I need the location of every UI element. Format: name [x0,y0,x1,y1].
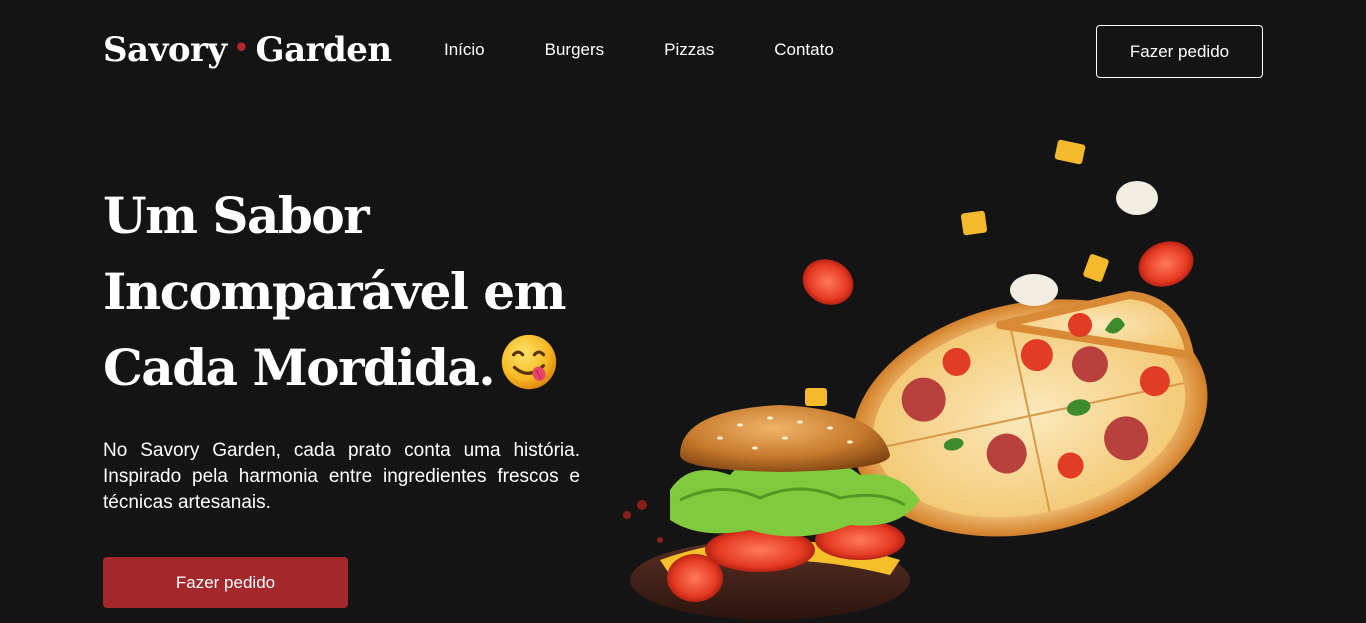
header-order-button[interactable]: Fazer pedido [1096,25,1263,78]
main-nav: Início Burgers Pizzas Contato [444,40,894,60]
brand-name-part1: Savory [103,30,227,70]
hero-title: Um Sabor Incomparável em Cada Mordida. [103,178,603,406]
hero-description: No Savory Garden, cada prato conta uma h… [103,440,580,513]
brand-separator: • [233,33,249,62]
yum-face-emoji-icon [502,334,557,390]
brand-name-part2: Garden [255,30,393,70]
nav-item-pizzas[interactable]: Pizzas [664,40,714,60]
brand-logo[interactable]: Savory • Garden [103,30,392,70]
landing-page: Savory • Garden Início Burgers Pizzas Cont… [0,0,1366,623]
hero-title-text: Um Sabor Incomparável em Cada Mordida. [103,186,567,397]
hero-order-button[interactable]: Fazer pedido [103,557,348,608]
site-header: Savory • Garden Início Burgers Pizzas Cont… [0,0,1366,100]
nav-item-contato[interactable]: Contato [774,40,834,60]
nav-item-burgers[interactable]: Burgers [545,40,605,60]
nav-item-inicio[interactable]: Início [444,40,485,60]
food-illustration [623,139,1208,620]
